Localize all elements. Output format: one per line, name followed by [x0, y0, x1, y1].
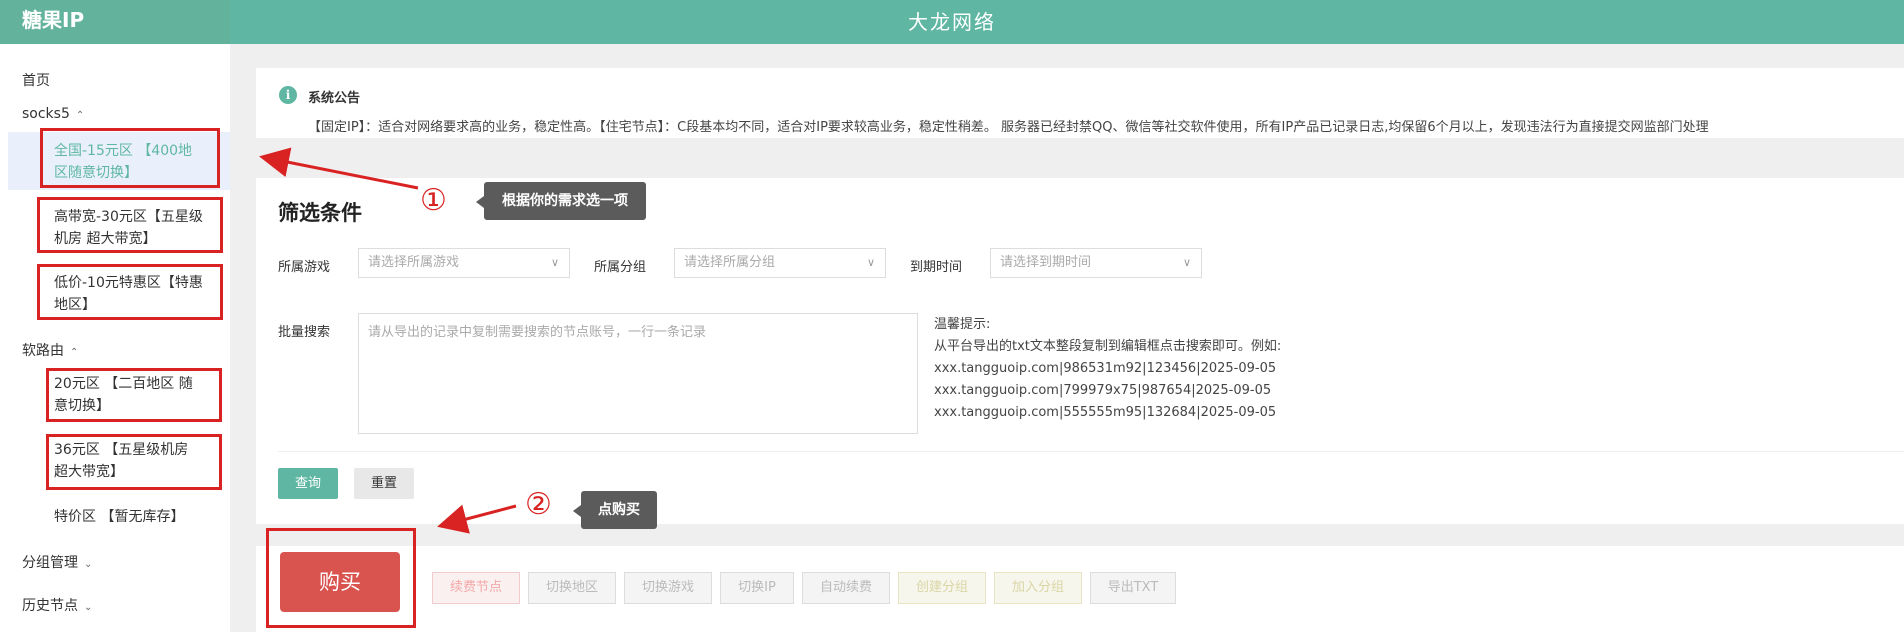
top-header: 糖果IP 大龙网络 — [0, 0, 1904, 44]
export-txt-button[interactable]: 导出TXT — [1090, 572, 1176, 604]
sidebar-group-label: socks5 — [22, 106, 70, 122]
sidebar-item-history-nodes[interactable]: 历史节点 ⌄ — [22, 595, 92, 615]
sidebar-item-home[interactable]: 首页 — [22, 70, 50, 90]
batch-search-textarea[interactable]: 请从导出的记录中复制需要搜索的节点账号，一行一条记录 — [358, 313, 918, 434]
notice-title: 系统公告 — [308, 91, 361, 106]
expire-select[interactable]: 请选择到期时间 ∨ — [990, 248, 1202, 278]
game-select[interactable]: 请选择所属游戏 ∨ — [358, 248, 570, 278]
switch-ip-button[interactable]: 切换IP — [720, 572, 794, 604]
select-placeholder: 请选择所属分组 — [684, 255, 776, 270]
create-group-button[interactable]: 创建分组 — [898, 572, 986, 604]
chevron-down-icon: ∨ — [866, 256, 875, 269]
select-placeholder: 请选择所属游戏 — [368, 255, 460, 270]
query-button[interactable]: 查询 — [278, 468, 338, 499]
tips-line: xxx.tangguoip.com|799979x75|987654|2025-… — [934, 383, 1272, 398]
highlight-box — [37, 264, 223, 320]
sidebar-group-socks5[interactable]: socks5 ⌃ — [22, 106, 84, 122]
tips-block: 温馨提示: 从平台导出的txt文本整段复制到编辑框点击搜索即可。例如: xxx.… — [934, 314, 1281, 424]
chevron-down-icon: ⌄ — [84, 559, 93, 570]
highlight-box — [266, 528, 416, 628]
header-title: 大龙网络 — [908, 10, 996, 34]
tips-line: 温馨提示: — [934, 317, 991, 332]
chevron-up-icon: ⌃ — [75, 110, 85, 121]
sidebar-group-soft-router[interactable]: 软路由 ⌃ — [22, 340, 78, 360]
sidebar-item-label: 分组管理 — [22, 555, 78, 571]
info-icon: i — [279, 86, 297, 104]
notice-text: 【固定IP】：适合对网络要求高的业务，稳定性高。【住宅节点】：C段基本均不同，适… — [308, 120, 1709, 135]
step-two-marker: ② — [525, 487, 552, 522]
divider — [278, 451, 1904, 452]
highlight-box — [40, 128, 220, 188]
group-label: 所属分组 — [594, 260, 647, 275]
select-placeholder: 请选择到期时间 — [1000, 255, 1092, 270]
step-one-marker: ① — [420, 183, 447, 218]
group-select[interactable]: 请选择所属分组 ∨ — [674, 248, 886, 278]
sidebar-group-label: 软路由 — [22, 343, 64, 359]
sidebar-item-special[interactable]: 特价区 【暂无库存】 — [54, 506, 204, 528]
highlight-box — [37, 197, 223, 253]
tips-line: 从平台导出的txt文本整段复制到编辑框点击搜索即可。例如: — [934, 339, 1282, 354]
game-label: 所属游戏 — [278, 260, 331, 275]
step-one-callout: 根据你的需求选一项 — [476, 182, 646, 220]
switch-region-button[interactable]: 切换地区 — [528, 572, 616, 604]
tips-line: xxx.tangguoip.com|555555m95|132684|2025-… — [934, 405, 1277, 420]
chevron-up-icon: ⌃ — [70, 347, 79, 358]
expire-label: 到期时间 — [910, 260, 963, 275]
reset-button[interactable]: 重置 — [354, 468, 414, 499]
highlight-box — [46, 368, 222, 422]
step-two-callout: 点购买 — [573, 491, 657, 529]
sidebar-item-label: 历史节点 — [22, 598, 78, 614]
auto-renew-button[interactable]: 自动续费 — [802, 572, 890, 604]
filter-title: 筛选条件 — [278, 201, 362, 225]
highlight-box — [46, 434, 222, 490]
join-group-button[interactable]: 加入分组 — [994, 572, 1082, 604]
tips-line: xxx.tangguoip.com|986531m92|123456|2025-… — [934, 361, 1277, 376]
chevron-down-icon: ⌄ — [84, 602, 93, 613]
chevron-down-icon: ∨ — [550, 256, 559, 269]
batch-search-label: 批量搜索 — [278, 325, 331, 340]
sidebar-item-group-manage[interactable]: 分组管理 ⌄ — [22, 552, 92, 572]
chevron-down-icon: ∨ — [1182, 256, 1191, 269]
switch-game-button[interactable]: 切换游戏 — [624, 572, 712, 604]
textarea-placeholder: 请从导出的记录中复制需要搜索的节点账号，一行一条记录 — [368, 325, 707, 340]
renew-node-button[interactable]: 续费节点 — [432, 572, 520, 604]
